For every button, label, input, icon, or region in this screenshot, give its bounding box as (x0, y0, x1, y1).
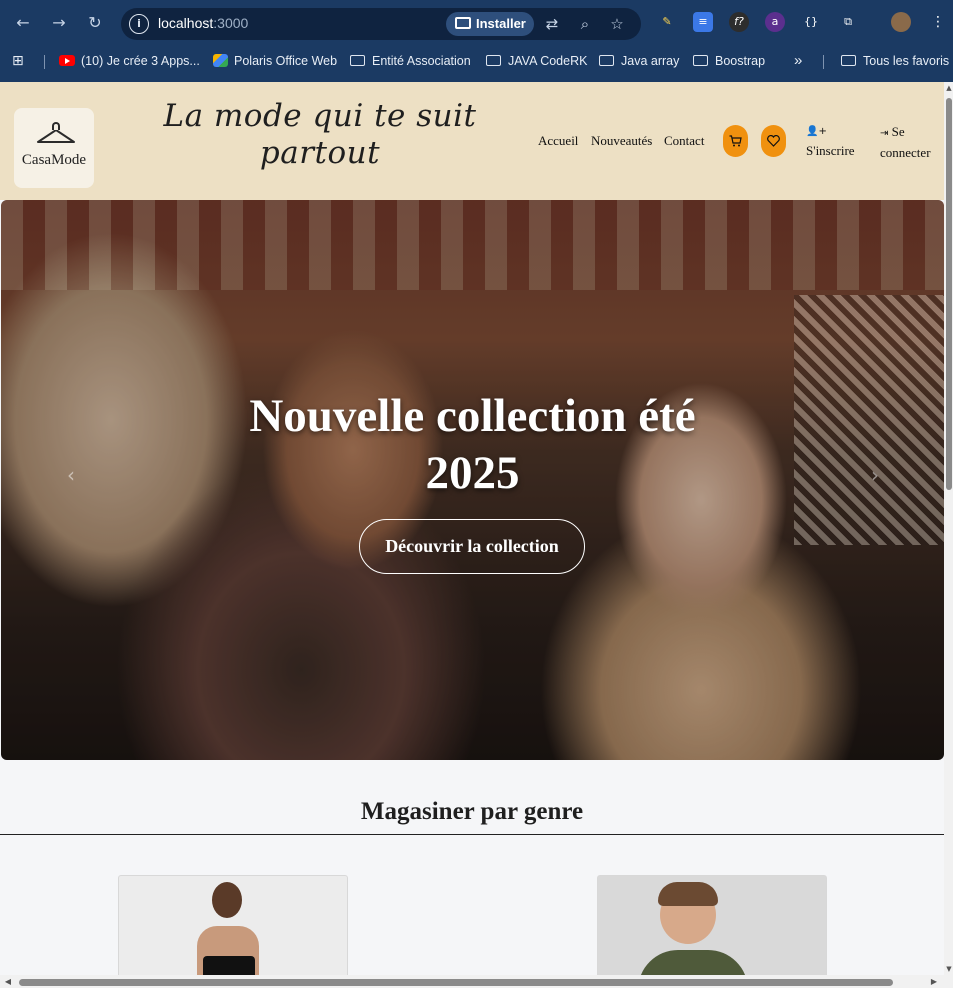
formula-extension-icon[interactable]: f? (729, 12, 749, 32)
ai-extension-icon[interactable]: a (765, 12, 785, 32)
login-label: Se connecter (880, 124, 931, 160)
carousel-next-icon[interactable]: › (865, 460, 885, 490)
page-viewport: CasaMode La mode qui te suit partout Acc… (0, 82, 944, 975)
nav-link-nouveautes[interactable]: Nouveautés (591, 133, 652, 149)
bookmark-folder[interactable]: Java array (599, 52, 679, 70)
section-divider (0, 834, 944, 835)
eyedropper-extension-icon[interactable]: ✎ (657, 12, 677, 32)
signup-label: S'inscrire (806, 143, 855, 158)
bookmark-folder[interactable]: Entité Association (350, 52, 471, 70)
hanger-icon (37, 130, 75, 143)
json-extension-icon[interactable]: {} (801, 12, 821, 32)
translate-icon[interactable]: ⇄ (541, 13, 563, 35)
login-link[interactable]: ⇥ Se connecter (880, 122, 940, 162)
folder-icon (693, 55, 708, 66)
login-icon: ⇥ (880, 128, 889, 139)
model-shirt (638, 950, 748, 975)
scroll-up-icon[interactable]: ▲ (945, 84, 953, 92)
vertical-scroll-thumb[interactable] (946, 98, 952, 490)
horizontal-scroll-thumb[interactable] (19, 979, 893, 986)
scroll-left-icon[interactable]: ◀ (3, 977, 13, 986)
hero-title: Nouvelle collection été 2025 (249, 390, 696, 499)
all-bookmarks-folder[interactable]: Tous les favoris (841, 52, 949, 70)
polaris-icon (213, 54, 228, 67)
model-head (212, 882, 242, 918)
folder-icon (350, 55, 365, 66)
scroll-down-icon[interactable]: ▼ (945, 965, 953, 973)
site-tagline: La mode qui te suit partout (163, 98, 477, 171)
category-card-women[interactable] (118, 875, 348, 975)
folder-icon (599, 55, 614, 66)
cart-button[interactable] (723, 125, 748, 157)
horizontal-scrollbar[interactable]: ◀ ▶ (0, 975, 953, 988)
bookmarks-bar: ⊞ (10) Je crée 3 Apps... Polaris Office … (0, 46, 953, 76)
section-title: Magasiner par genre (360, 798, 584, 825)
bookmark-item[interactable]: (10) Je crée 3 Apps... (59, 52, 200, 70)
wishlist-button[interactable] (761, 125, 786, 157)
bookmark-item[interactable]: Polaris Office Web (213, 52, 337, 70)
bookmarks-overflow-button[interactable]: » (794, 52, 802, 70)
hero-carousel: ‹ › Nouvelle collection été 2025 Découvr… (1, 200, 944, 760)
user-plus-icon: 👤+ (806, 126, 827, 137)
folder-icon (841, 55, 856, 66)
forward-icon[interactable]: → (47, 11, 71, 35)
category-card-men[interactable] (597, 875, 827, 975)
signup-link[interactable]: 👤+ S'inscrire (806, 122, 855, 160)
docs-extension-icon[interactable]: ≡ (693, 12, 713, 32)
site-header: CasaMode La mode qui te suit partout Acc… (0, 82, 944, 200)
address-bar[interactable]: i localhost:3000 Installer ⇄ ⌕ ☆ (121, 8, 641, 40)
back-icon[interactable]: ← (11, 11, 35, 35)
bookmark-folder[interactable]: JAVA CodeRK (486, 52, 587, 70)
extensions-puzzle-icon[interactable]: ⧉ (838, 12, 858, 32)
model-top (203, 956, 255, 975)
youtube-icon (59, 55, 75, 66)
cart-icon (729, 135, 742, 147)
menu-kebab-icon[interactable]: ⋮ (928, 12, 948, 32)
site-logo[interactable]: CasaMode (14, 108, 94, 188)
hanger-hook (52, 122, 60, 130)
scroll-right-icon[interactable]: ▶ (929, 977, 939, 986)
browser-chrome: ← → ↻ i localhost:3000 Installer ⇄ ⌕ ☆ ✎… (0, 0, 953, 82)
nav-link-accueil[interactable]: Accueil (538, 133, 578, 149)
discover-collection-button[interactable]: Découvrir la collection (359, 519, 585, 574)
browser-toolbar: ← → ↻ i localhost:3000 Installer ⇄ ⌕ ☆ ✎… (0, 0, 953, 46)
reload-icon[interactable]: ↻ (83, 11, 107, 35)
bookmark-star-icon[interactable]: ☆ (606, 13, 628, 35)
folder-icon (486, 55, 501, 66)
install-app-button[interactable]: Installer (446, 12, 534, 36)
zoom-icon[interactable]: ⌕ (574, 13, 596, 35)
carousel-prev-icon[interactable]: ‹ (61, 460, 81, 490)
bookmark-separator (823, 55, 824, 69)
model-hair (658, 882, 718, 906)
profile-avatar[interactable] (891, 12, 911, 32)
bookmark-separator (44, 55, 45, 69)
heart-icon (767, 134, 780, 147)
bookmark-folder[interactable]: Boostrap (693, 52, 765, 70)
url-text[interactable]: localhost:3000 (158, 15, 248, 31)
apps-grid-icon[interactable]: ⊞ (12, 52, 24, 70)
nav-link-contact[interactable]: Contact (664, 133, 704, 149)
site-info-icon[interactable]: i (129, 14, 149, 34)
install-icon (455, 17, 471, 29)
vertical-scrollbar[interactable]: ▲ ▼ (944, 82, 953, 975)
logo-text: CasaMode (21, 152, 87, 168)
